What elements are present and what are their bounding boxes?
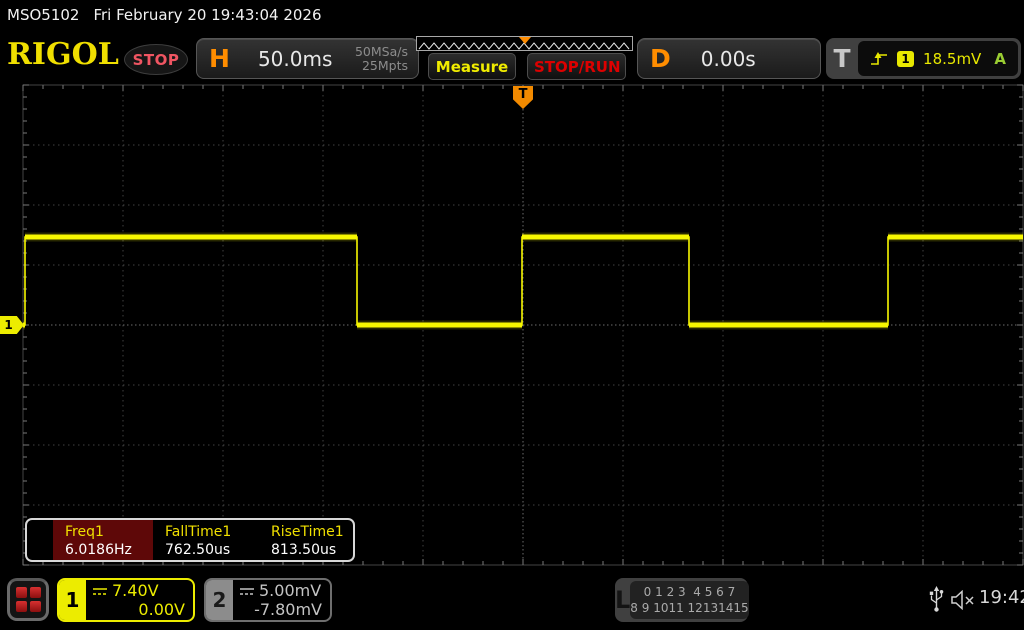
measurement-label: RiseTime1 bbox=[271, 523, 344, 541]
timebase-value: 50.0ms bbox=[258, 47, 332, 71]
measurement-label: FallTime1 bbox=[165, 523, 261, 541]
delay-value: 0.00s bbox=[701, 47, 756, 71]
measurement-falltime1[interactable]: FallTime1 762.50us bbox=[159, 520, 265, 560]
trigger-settings[interactable]: T 1 18.5mV A bbox=[826, 38, 1021, 79]
logic-channels-box[interactable]: L 0 1 2 3 4 5 6 7 8 9 1011 12131415 bbox=[615, 578, 748, 622]
logic-analyzer-tab: L bbox=[615, 578, 630, 622]
usb-icon bbox=[929, 586, 944, 613]
measurement-freq1[interactable]: Freq1 6.0186Hz bbox=[53, 520, 153, 560]
channel1-offset: 0.00V bbox=[92, 600, 185, 619]
logic-channels-row2: 8 9 1011 12131415 bbox=[630, 600, 748, 616]
waveform-position-bar[interactable] bbox=[416, 36, 633, 51]
measure-button[interactable]: Measure bbox=[428, 53, 516, 80]
logic-channels-row1: 0 1 2 3 4 5 6 7 bbox=[644, 584, 736, 600]
graticule-and-waveform bbox=[0, 82, 1024, 570]
channel2-status-box[interactable]: 2 5.00mV -7.80mV bbox=[204, 578, 332, 622]
channel1-scale: 7.40V bbox=[112, 581, 159, 600]
datetime-label: Fri February 20 19:43:04 2026 bbox=[93, 6, 321, 24]
measurement-label: Freq1 bbox=[65, 523, 149, 541]
trigger-position-indicator-icon bbox=[519, 37, 531, 44]
dc-coupling-icon bbox=[239, 585, 255, 597]
channel2-tab: 2 bbox=[206, 580, 233, 620]
measurement-value: 6.0186Hz bbox=[65, 541, 149, 559]
bottom-status-bar: 1 7.40V 0.00V 2 5.00mV -7.80mV bbox=[0, 570, 1024, 630]
memory-depth: 25Mpts bbox=[355, 59, 408, 73]
stop-run-button[interactable]: STOP/RUN bbox=[527, 53, 626, 80]
measurements-panel: Freq1 6.0186Hz FallTime1 762.50us RiseTi… bbox=[25, 518, 355, 562]
delay-label: D bbox=[650, 44, 671, 73]
rising-edge-trigger-icon bbox=[870, 50, 888, 68]
header-toolbar: RIGOL STOP H 50.0ms 50MSa/s 25Mpts Measu… bbox=[0, 30, 1024, 82]
measurement-value: 762.50us bbox=[165, 541, 261, 559]
channel2-offset: -7.80mV bbox=[239, 600, 322, 619]
channel2-scale: 5.00mV bbox=[259, 581, 321, 600]
horizontal-settings[interactable]: H 50.0ms 50MSa/s 25Mpts bbox=[196, 38, 419, 79]
rigol-logo: RIGOL bbox=[7, 37, 119, 72]
run-state-badge: STOP bbox=[124, 44, 188, 75]
trigger-sweep-auto-label: A bbox=[994, 50, 1006, 68]
sample-rate: 50MSa/s bbox=[355, 45, 408, 59]
channel1-status-box[interactable]: 1 7.40V 0.00V bbox=[57, 578, 195, 622]
acquisition-info: 50MSa/s 25Mpts bbox=[355, 45, 408, 73]
trigger-info: 1 18.5mV A bbox=[858, 41, 1018, 76]
horizontal-label: H bbox=[209, 44, 230, 73]
model-label: MSO5102 bbox=[7, 6, 79, 24]
trigger-label: T bbox=[826, 38, 858, 79]
grid-menu-icon bbox=[16, 587, 27, 598]
delay-settings[interactable]: D 0.00s bbox=[637, 38, 821, 79]
trigger-level-value: 18.5mV bbox=[923, 50, 981, 68]
measurement-risetime1[interactable]: RiseTime1 813.50us bbox=[265, 520, 348, 560]
waveform-display-area: T 1 Freq1 6.0186Hz FallTime1 762.50us Ri… bbox=[0, 82, 1024, 570]
speaker-muted-icon bbox=[950, 590, 976, 610]
clock-label: 19:42 bbox=[979, 587, 1024, 608]
grid-menu-button[interactable] bbox=[7, 578, 49, 621]
top-status-bar: MSO5102 Fri February 20 19:43:04 2026 bbox=[0, 0, 1024, 30]
channel1-tab: 1 bbox=[59, 580, 86, 620]
dc-coupling-icon bbox=[92, 585, 108, 597]
trigger-source-badge: 1 bbox=[897, 51, 914, 67]
measurement-value: 813.50us bbox=[271, 541, 344, 559]
